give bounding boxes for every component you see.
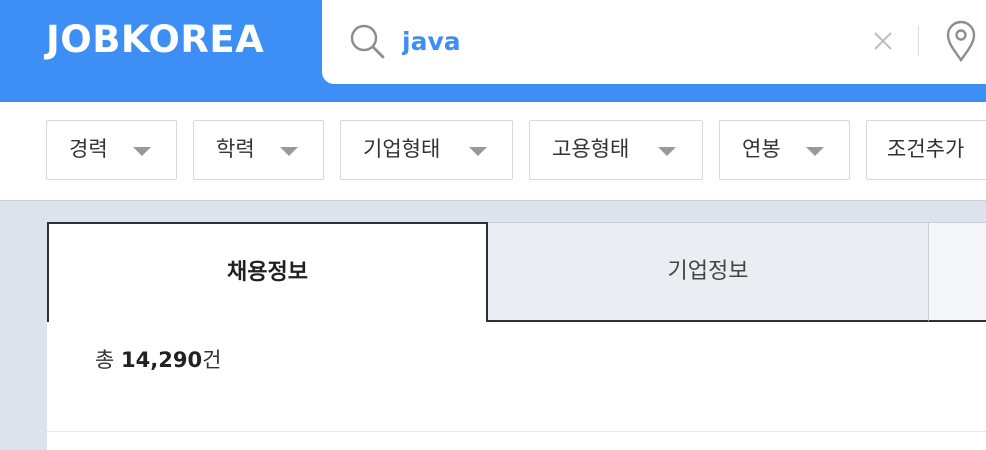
result-prefix: 총 — [95, 348, 115, 372]
filter-education[interactable]: 학력 — [193, 120, 324, 180]
search-input[interactable] — [402, 20, 802, 62]
tab-company-info[interactable]: 기업정보 — [488, 222, 928, 322]
tab-label: 기업정보 — [667, 259, 749, 284]
search-icon[interactable] — [348, 22, 386, 60]
filter-label: 연봉 — [742, 137, 781, 161]
chevron-down-icon — [806, 147, 824, 156]
filter-salary[interactable]: 연봉 — [719, 120, 850, 180]
chevron-down-icon — [469, 147, 487, 156]
filter-employment-type[interactable]: 고용형태 — [529, 120, 703, 180]
filter-label: 고용형태 — [552, 137, 630, 161]
divider — [918, 26, 919, 56]
tab-more[interactable] — [928, 222, 986, 322]
result-tabs: 채용정보 기업정보 — [47, 222, 986, 322]
chevron-down-icon — [133, 147, 151, 156]
chevron-down-icon — [658, 147, 676, 156]
filter-label: 기업형태 — [363, 137, 441, 161]
filter-label: 조건추가 — [887, 137, 965, 161]
filter-career[interactable]: 경력 — [46, 120, 177, 180]
logo[interactable]: JOBKOREA — [46, 18, 264, 62]
divider — [47, 431, 986, 432]
result-count: 총 14,290건 — [95, 344, 221, 374]
filter-company-type[interactable]: 기업형태 — [340, 120, 513, 180]
tab-label: 채용정보 — [227, 260, 308, 285]
chevron-down-icon — [280, 147, 298, 156]
result-suffix: 건 — [202, 348, 222, 372]
search-box — [322, 0, 986, 84]
close-icon[interactable] — [870, 28, 896, 54]
header: JOBKOREA — [0, 0, 986, 102]
result-number: 14,290 — [121, 348, 203, 372]
filter-label: 학력 — [216, 137, 255, 161]
location-pin-icon[interactable] — [944, 20, 978, 62]
result-panel: 총 14,290건 — [47, 322, 986, 450]
filter-bar: 경력 학력 기업형태 고용형태 연봉 조건추가 — [0, 102, 986, 201]
filter-label: 경력 — [69, 137, 108, 161]
filter-add-condition[interactable]: 조건추가 — [866, 120, 986, 180]
tab-job-info[interactable]: 채용정보 — [47, 222, 488, 322]
